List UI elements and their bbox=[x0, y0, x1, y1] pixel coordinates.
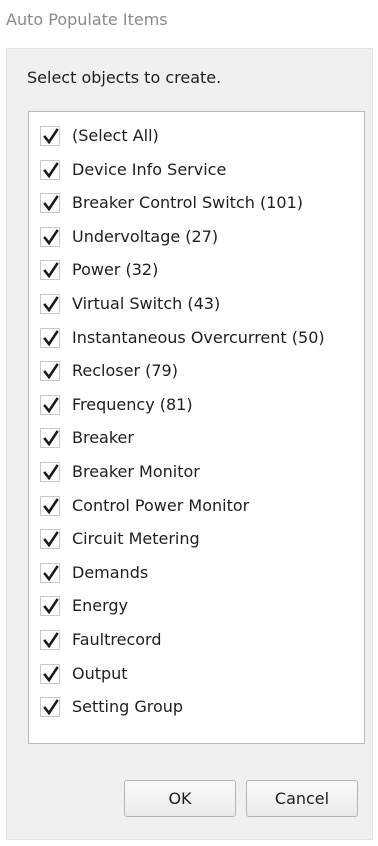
checkmark-icon bbox=[43, 128, 59, 145]
checkmark-icon bbox=[43, 699, 59, 716]
checkmark-icon bbox=[43, 329, 59, 347]
item-label: Demands bbox=[72, 562, 149, 582]
item-label: Control Power Monitor bbox=[72, 495, 250, 515]
item-checkbox[interactable] bbox=[40, 193, 60, 214]
item-checkbox[interactable] bbox=[40, 663, 60, 684]
checkmark-icon bbox=[43, 598, 59, 615]
checkmark-icon bbox=[43, 464, 59, 481]
item-label: Circuit Metering bbox=[72, 529, 200, 549]
checklist-item[interactable]: Control Power Monitor bbox=[29, 490, 364, 524]
checklist-item[interactable]: Recloser (79) bbox=[29, 355, 364, 389]
item-checkbox[interactable] bbox=[40, 394, 60, 415]
checkmark-icon bbox=[43, 296, 59, 313]
item-checkbox[interactable] bbox=[40, 562, 60, 583]
checklist-item[interactable]: Undervoltage (27) bbox=[29, 221, 364, 255]
checklist-item[interactable]: Circuit Metering bbox=[29, 523, 364, 557]
checklist-item[interactable]: Breaker bbox=[29, 422, 364, 456]
item-checkbox[interactable] bbox=[40, 260, 60, 281]
item-checkbox[interactable] bbox=[40, 529, 60, 550]
checkmark-icon bbox=[43, 228, 59, 246]
checkmark-icon bbox=[43, 195, 59, 212]
ok-button[interactable]: OK bbox=[124, 780, 236, 817]
item-label: Faultrecord bbox=[72, 629, 162, 649]
item-label: Energy bbox=[72, 596, 129, 616]
item-label: Setting Group bbox=[72, 697, 184, 717]
checklist-item[interactable]: Setting Group bbox=[29, 691, 364, 725]
checkmark-icon bbox=[43, 262, 59, 279]
checklist-item[interactable]: Demands bbox=[29, 557, 364, 591]
checkmark-icon bbox=[43, 396, 59, 414]
checklist-item[interactable]: (Select All) bbox=[29, 120, 364, 154]
item-label: Frequency (81) bbox=[72, 394, 193, 414]
item-checkbox[interactable] bbox=[40, 159, 60, 180]
checklist-item[interactable]: Frequency (81) bbox=[29, 389, 364, 423]
window-title: Auto Populate Items bbox=[6, 10, 168, 29]
item-checkbox[interactable] bbox=[40, 495, 60, 516]
checklist-item[interactable]: Energy bbox=[29, 590, 364, 624]
instruction-text: Select objects to create. bbox=[27, 68, 222, 87]
checkmark-icon bbox=[43, 161, 59, 179]
checklist-item[interactable]: Faultrecord bbox=[29, 624, 364, 658]
auto-populate-dialog: Auto Populate Items Select objects to cr… bbox=[0, 0, 378, 846]
item-checkbox[interactable] bbox=[40, 361, 60, 382]
checklist-item[interactable]: Output bbox=[29, 658, 364, 692]
item-label: Virtual Switch (43) bbox=[72, 293, 221, 313]
checklist-items: (Select All) Device Info Service Breaker C… bbox=[29, 120, 364, 725]
item-checkbox[interactable] bbox=[40, 293, 60, 314]
item-label: Instantaneous Overcurrent (50) bbox=[72, 327, 325, 347]
item-label: Output bbox=[72, 663, 128, 683]
item-checkbox[interactable] bbox=[40, 226, 60, 247]
item-label: Breaker bbox=[72, 428, 134, 448]
item-checkbox[interactable] bbox=[40, 596, 60, 617]
objects-checklist: (Select All) Device Info Service Breaker C… bbox=[28, 111, 365, 744]
checklist-item[interactable]: Device Info Service bbox=[29, 154, 364, 188]
item-checkbox[interactable] bbox=[40, 126, 60, 146]
checkmark-icon bbox=[43, 430, 59, 447]
checklist-item[interactable]: Virtual Switch (43) bbox=[29, 288, 364, 322]
item-checkbox[interactable] bbox=[40, 327, 60, 348]
checkmark-icon bbox=[43, 564, 59, 582]
title-bar: Auto Populate Items bbox=[0, 0, 378, 42]
checklist-item[interactable]: Breaker Control Switch (101) bbox=[29, 187, 364, 221]
item-label: Breaker Control Switch (101) bbox=[72, 193, 303, 213]
item-checkbox[interactable] bbox=[40, 697, 60, 718]
checkmark-icon bbox=[43, 531, 59, 548]
item-checkbox[interactable] bbox=[40, 461, 60, 482]
item-checkbox[interactable] bbox=[40, 629, 60, 650]
item-label: (Select All) bbox=[72, 126, 159, 145]
item-label: Recloser (79) bbox=[72, 361, 178, 381]
item-label: Breaker Monitor bbox=[72, 461, 200, 481]
checkmark-icon bbox=[43, 363, 59, 380]
checklist-item[interactable]: Breaker Monitor bbox=[29, 456, 364, 490]
cancel-button[interactable]: Cancel bbox=[246, 780, 358, 817]
item-label: Undervoltage (27) bbox=[72, 226, 219, 246]
checklist-item[interactable]: Power (32) bbox=[29, 254, 364, 288]
checklist-item[interactable]: Instantaneous Overcurrent (50) bbox=[29, 322, 364, 356]
item-label: Device Info Service bbox=[72, 159, 227, 179]
item-checkbox[interactable] bbox=[40, 428, 60, 449]
checkmark-icon bbox=[43, 632, 59, 649]
checkmark-icon bbox=[43, 497, 59, 515]
item-label: Power (32) bbox=[72, 260, 159, 280]
checkmark-icon bbox=[43, 665, 59, 683]
